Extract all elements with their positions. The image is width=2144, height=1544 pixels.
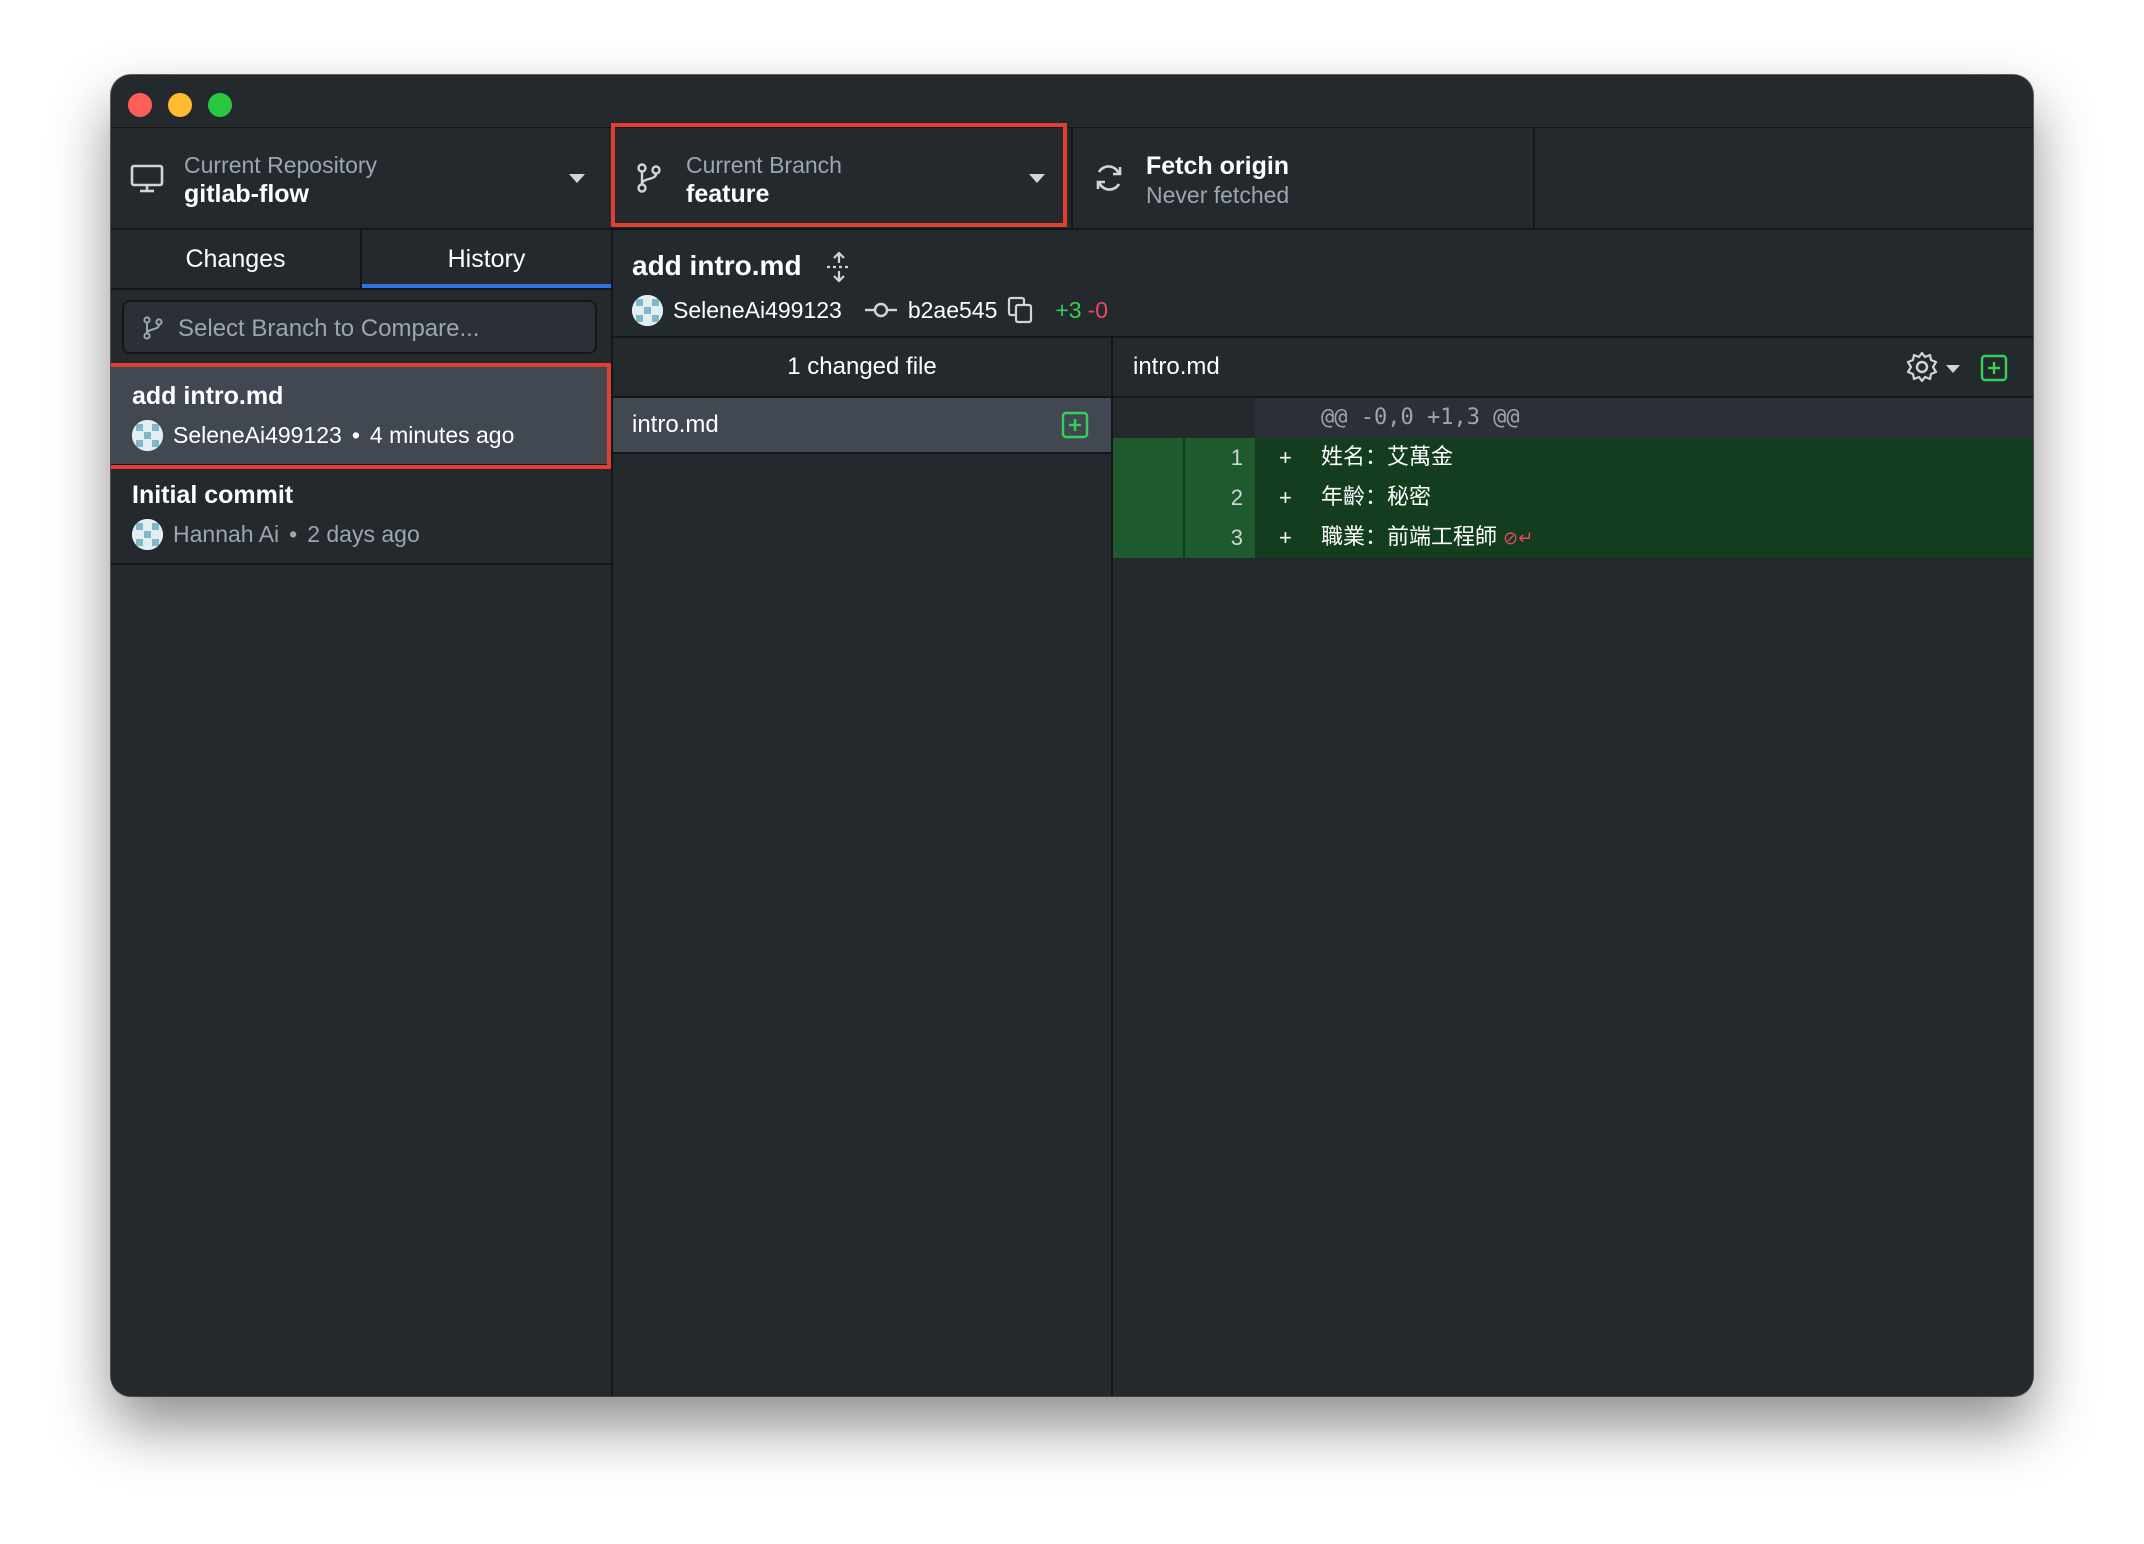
commit-meta: Hannah Ai • 2 days ago xyxy=(132,518,420,550)
active-tab-indicator xyxy=(362,284,611,288)
additions-count: +3 xyxy=(1055,296,1082,323)
desktop-icon xyxy=(130,164,164,193)
commit-list-item[interactable]: Initial commit Hannah Ai • 2 days ago xyxy=(111,466,611,565)
avatar xyxy=(132,518,163,550)
avatar xyxy=(632,294,663,326)
commit-time: 2 days ago xyxy=(307,520,420,547)
diff-code: 職業：前端工程師 xyxy=(1321,525,1498,550)
diff-viewer: intro.md @@ -0,0 +1,3 @@ 1 + 姓名：艾萬金 2 + … xyxy=(1113,338,2033,1396)
title-bar xyxy=(111,75,2033,128)
meta-separator: • xyxy=(289,520,298,547)
new-line-gutter: 2 xyxy=(1185,478,1255,518)
chevron-down-icon[interactable] xyxy=(1946,365,1960,373)
diff-code-line: 職業：前端工程師 ⊘↵ xyxy=(1321,518,1533,559)
tab-history[interactable]: History xyxy=(362,230,611,288)
meta-separator: • xyxy=(351,421,360,448)
commit-time: 4 minutes ago xyxy=(369,421,515,448)
branch-label: Current Branch xyxy=(686,152,842,178)
current-repository-button[interactable]: Current Repository gitlab-flow xyxy=(111,128,613,228)
minimize-window-button[interactable] xyxy=(168,93,192,117)
commit-meta: SeleneAi499123 • 4 minutes ago xyxy=(132,419,514,451)
file-added-icon xyxy=(1980,354,2008,382)
file-list-item[interactable]: intro.md xyxy=(613,398,1111,454)
diff-line[interactable]: 1 + 姓名：艾萬金 xyxy=(1113,438,2033,478)
git-branch-icon xyxy=(143,316,163,340)
diff-sign: + xyxy=(1279,525,1292,550)
branch-compare-input[interactable]: Select Branch to Compare... xyxy=(122,300,597,354)
diff-hunk-header[interactable]: @@ -0,0 +1,3 @@ xyxy=(1113,398,2033,438)
commit-author: SeleneAi499123 xyxy=(673,296,842,323)
diff-line[interactable]: 3 + 職業：前端工程師 ⊘↵ xyxy=(1113,518,2033,558)
diff-sign: + xyxy=(1279,445,1292,470)
old-line-gutter xyxy=(1113,478,1183,518)
diff-code: 年齡：秘密 xyxy=(1321,485,1432,510)
git-branch-icon xyxy=(637,163,661,193)
git-commit-icon xyxy=(864,302,897,318)
commit-title: Initial commit xyxy=(132,481,294,509)
changed-files-list: 1 changed file intro.md xyxy=(613,338,1113,1396)
fetch-origin-button[interactable]: Fetch origin Never fetched xyxy=(1073,128,1535,228)
new-line-gutter: 3 xyxy=(1185,518,1255,558)
diff-sign: + xyxy=(1279,485,1292,510)
maximize-window-button[interactable] xyxy=(208,93,232,117)
sidebar: Changes History Select Branch to Compare… xyxy=(111,230,613,1396)
hunk-text: @@ -0,0 +1,3 @@ xyxy=(1321,405,1520,430)
branch-name: feature xyxy=(686,180,770,208)
repository-label: Current Repository xyxy=(184,152,378,178)
commit-author: SeleneAi499123 xyxy=(173,421,342,448)
old-line-gutter xyxy=(1113,438,1183,478)
repository-name: gitlab-flow xyxy=(184,180,309,208)
fetch-status: Never fetched xyxy=(1146,182,1290,208)
commit-sha: b2ae545 xyxy=(907,296,998,323)
copy-icon[interactable] xyxy=(1007,296,1033,324)
commit-meta: SeleneAi499123 b2ae545 +3 -0 xyxy=(632,294,1108,326)
old-line-gutter xyxy=(1113,518,1183,558)
current-branch-button[interactable]: Current Branch feature xyxy=(613,128,1073,228)
app-window: Current Repository gitlab-flow Current B… xyxy=(111,75,2033,1396)
line-number: 2 xyxy=(1230,485,1243,510)
commit-list-item[interactable]: add intro.md SeleneAi499123 • 4 minutes … xyxy=(111,367,611,466)
commit-summary: add intro.md xyxy=(632,250,802,281)
toolbar: Current Repository gitlab-flow Current B… xyxy=(111,123,2033,230)
sidebar-tabs: Changes History xyxy=(111,230,611,290)
close-window-button[interactable] xyxy=(128,93,152,117)
file-name: intro.md xyxy=(632,411,719,438)
tab-changes[interactable]: Changes xyxy=(111,230,362,288)
commit-title: add intro.md xyxy=(132,382,284,410)
diff-header: intro.md xyxy=(1113,338,2033,398)
new-line-gutter: 1 xyxy=(1185,438,1255,478)
diff-file-name: intro.md xyxy=(1133,353,1220,380)
compare-placeholder: Select Branch to Compare... xyxy=(178,315,480,342)
commit-detail-panel: add intro.md SeleneAi499123 b2ae545 +3 -… xyxy=(613,230,2033,1396)
chevron-down-icon xyxy=(1029,174,1045,183)
file-added-icon xyxy=(1061,411,1089,439)
expand-icon[interactable] xyxy=(824,250,854,284)
sync-icon xyxy=(1096,165,1122,191)
fetch-label: Fetch origin xyxy=(1146,152,1290,180)
changed-files-header: 1 changed file xyxy=(613,338,1111,398)
diff-code: 姓名：艾萬金 xyxy=(1321,445,1454,470)
chevron-down-icon xyxy=(569,174,585,183)
gear-icon[interactable] xyxy=(1905,350,1939,384)
hunk-gutter xyxy=(1113,398,1255,438)
line-number: 1 xyxy=(1230,445,1243,470)
no-newline-icon: ⊘↵ xyxy=(1503,528,1534,549)
commit-author: Hannah Ai xyxy=(173,520,280,547)
commit-header: add intro.md SeleneAi499123 b2ae545 +3 -… xyxy=(613,230,2033,338)
avatar xyxy=(132,419,163,451)
deletions-count: -0 xyxy=(1087,296,1109,323)
diff-line[interactable]: 2 + 年齡：秘密 xyxy=(1113,478,2033,518)
line-number: 3 xyxy=(1230,525,1243,550)
